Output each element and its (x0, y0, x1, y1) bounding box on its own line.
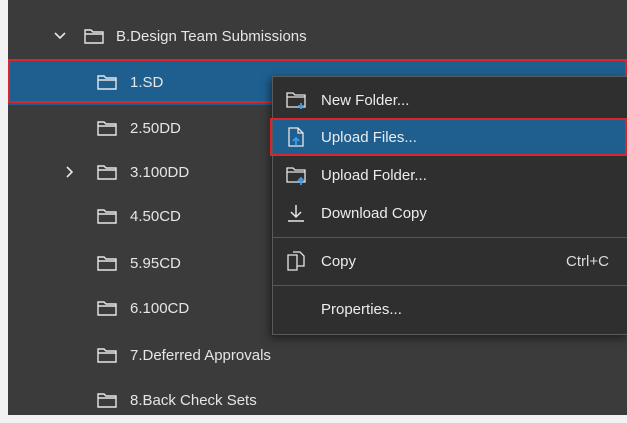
folder-icon (97, 165, 117, 180)
tree-item-label: 8.Back Check Sets (130, 391, 257, 409)
tree-item-7-deferred-approvals[interactable]: 7.Deferred Approvals (8, 332, 627, 378)
context-menu: New Folder... Upload Files... Upload Fol… (272, 76, 627, 335)
folder-icon (97, 209, 117, 224)
upload-folder-icon (286, 167, 306, 185)
tree-item-label: 2.50DD (130, 119, 181, 137)
menu-item-label: Copy (321, 252, 357, 270)
copy-icon (287, 251, 305, 271)
tree-item-label: 4.50CD (130, 207, 181, 225)
tree-item-8-back-check-sets[interactable]: 8.Back Check Sets (8, 377, 627, 423)
menu-item-upload-files[interactable]: Upload Files... (273, 119, 627, 155)
tree-item-parent[interactable]: B.Design Team Submissions (8, 13, 627, 59)
menu-item-copy[interactable]: Copy Ctrl+C (273, 243, 627, 279)
menu-item-shortcut: Ctrl+C (566, 252, 609, 270)
menu-item-label: Properties... (321, 300, 402, 318)
tree-item-label: 3.100DD (130, 163, 190, 181)
chevron-right-icon[interactable] (63, 165, 77, 179)
menu-item-download-copy[interactable]: Download Copy (273, 195, 627, 231)
menu-item-properties[interactable]: Properties... (273, 291, 627, 327)
folder-icon (97, 75, 117, 90)
menu-item-upload-folder[interactable]: Upload Folder... (273, 157, 627, 193)
tree-item-label: 1.SD (130, 73, 164, 91)
menu-separator (273, 285, 627, 286)
folder-icon (97, 301, 117, 316)
folder-icon (84, 29, 104, 44)
tree-item-label: 5.95CD (130, 254, 181, 272)
download-icon (288, 205, 304, 222)
tree-item-label: 7.Deferred Approvals (130, 346, 271, 364)
folder-icon (97, 393, 117, 408)
tree-item-label: B.Design Team Submissions (116, 27, 307, 45)
menu-item-label: Upload Folder... (321, 166, 427, 184)
menu-item-label: New Folder... (321, 91, 410, 109)
folder-icon (97, 256, 117, 271)
upload-file-icon (288, 127, 304, 147)
chevron-down-icon[interactable] (53, 29, 67, 43)
new-folder-icon (286, 92, 306, 109)
menu-item-label: Upload Files... (321, 128, 417, 146)
folder-icon (97, 348, 117, 363)
menu-separator (273, 237, 627, 238)
menu-item-new-folder[interactable]: New Folder... (273, 82, 627, 118)
tree-item-label: 6.100CD (130, 299, 190, 317)
menu-item-label: Download Copy (321, 204, 427, 222)
folder-icon (97, 121, 117, 136)
